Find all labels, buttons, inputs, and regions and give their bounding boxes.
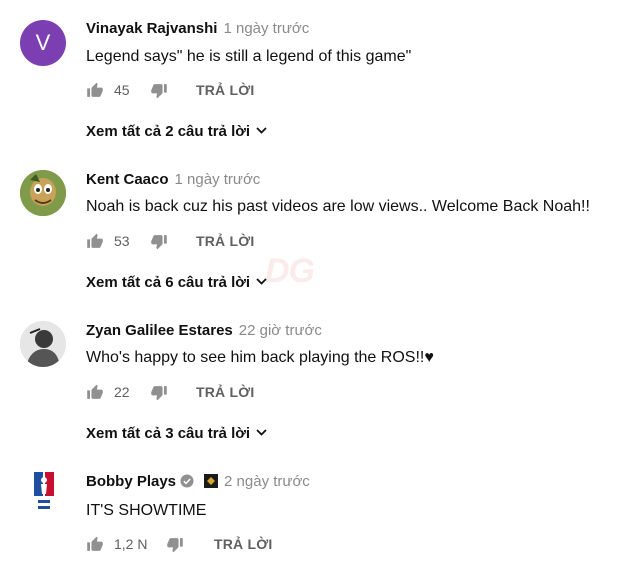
avatar[interactable] — [20, 170, 66, 216]
thumb-down-icon[interactable] — [166, 536, 184, 556]
like-count: 22 — [114, 384, 130, 400]
channel-badge-icon — [204, 474, 219, 488]
like-count: 1,2 N — [114, 536, 148, 552]
watermark-logo: DG — [265, 252, 315, 290]
comment-time[interactable]: 1 ngày trước — [223, 20, 309, 37]
avatar[interactable]: V — [20, 20, 66, 66]
chevron-down-icon — [256, 121, 267, 138]
avatar[interactable] — [34, 472, 54, 512]
comment-text: Noah is back cuz his past videos are low… — [86, 198, 590, 215]
view-replies-label: Xem tất cả 2 câu trả lời — [86, 123, 251, 140]
chevron-down-icon — [256, 423, 267, 440]
reply-button[interactable]: TRẢ LỜI — [196, 82, 254, 98]
view-replies-label: Xem tất cả 6 câu trả lời — [86, 274, 251, 291]
thumb-up-icon[interactable] — [86, 536, 104, 556]
comment-text: Who's happy to see him back playing the … — [86, 349, 434, 366]
reply-button[interactable]: TRẢ LỜI — [196, 233, 254, 249]
author-name[interactable]: Zyan Galilee Estares — [86, 322, 233, 339]
author-name[interactable]: Vinayak Rajvanshi — [86, 20, 217, 37]
reply-button[interactable]: TRẢ LỜI — [196, 384, 254, 400]
reply-button[interactable]: TRẢ LỜI — [214, 536, 272, 552]
author-name[interactable]: Kent Caaco — [86, 171, 169, 188]
thumb-up-icon[interactable] — [86, 233, 104, 253]
comment-time[interactable]: 1 ngày trước — [175, 171, 261, 188]
view-replies-button[interactable]: Xem tất cả 6 câu trả lời — [86, 272, 267, 291]
comment-time[interactable]: 22 giờ trước — [239, 322, 322, 339]
view-replies-button[interactable]: Xem tất cả 3 câu trả lời — [86, 423, 267, 442]
view-replies-label: Xem tất cả 3 câu trả lời — [86, 425, 251, 442]
avatar-letter: V — [35, 30, 51, 55]
view-replies-button[interactable]: Xem tất cả 2 câu trả lời — [86, 121, 267, 140]
thumb-down-icon[interactable] — [150, 82, 168, 102]
like-count: 53 — [114, 233, 130, 249]
comment-text: IT'S SHOWTIME — [86, 502, 207, 519]
comment-text: Legend says" he is still a legend of thi… — [86, 48, 412, 65]
like-count: 45 — [114, 82, 130, 98]
avatar[interactable] — [20, 321, 66, 367]
author-name[interactable]: Bobby Plays — [86, 473, 176, 490]
verified-check-icon — [180, 474, 194, 492]
thumb-up-icon[interactable] — [86, 82, 104, 102]
thumb-down-icon[interactable] — [150, 384, 168, 404]
thumb-down-icon[interactable] — [150, 233, 168, 253]
thumb-up-icon[interactable] — [86, 384, 104, 404]
comment-time[interactable]: 2 ngày trước — [224, 473, 310, 490]
chevron-down-icon — [256, 272, 267, 289]
